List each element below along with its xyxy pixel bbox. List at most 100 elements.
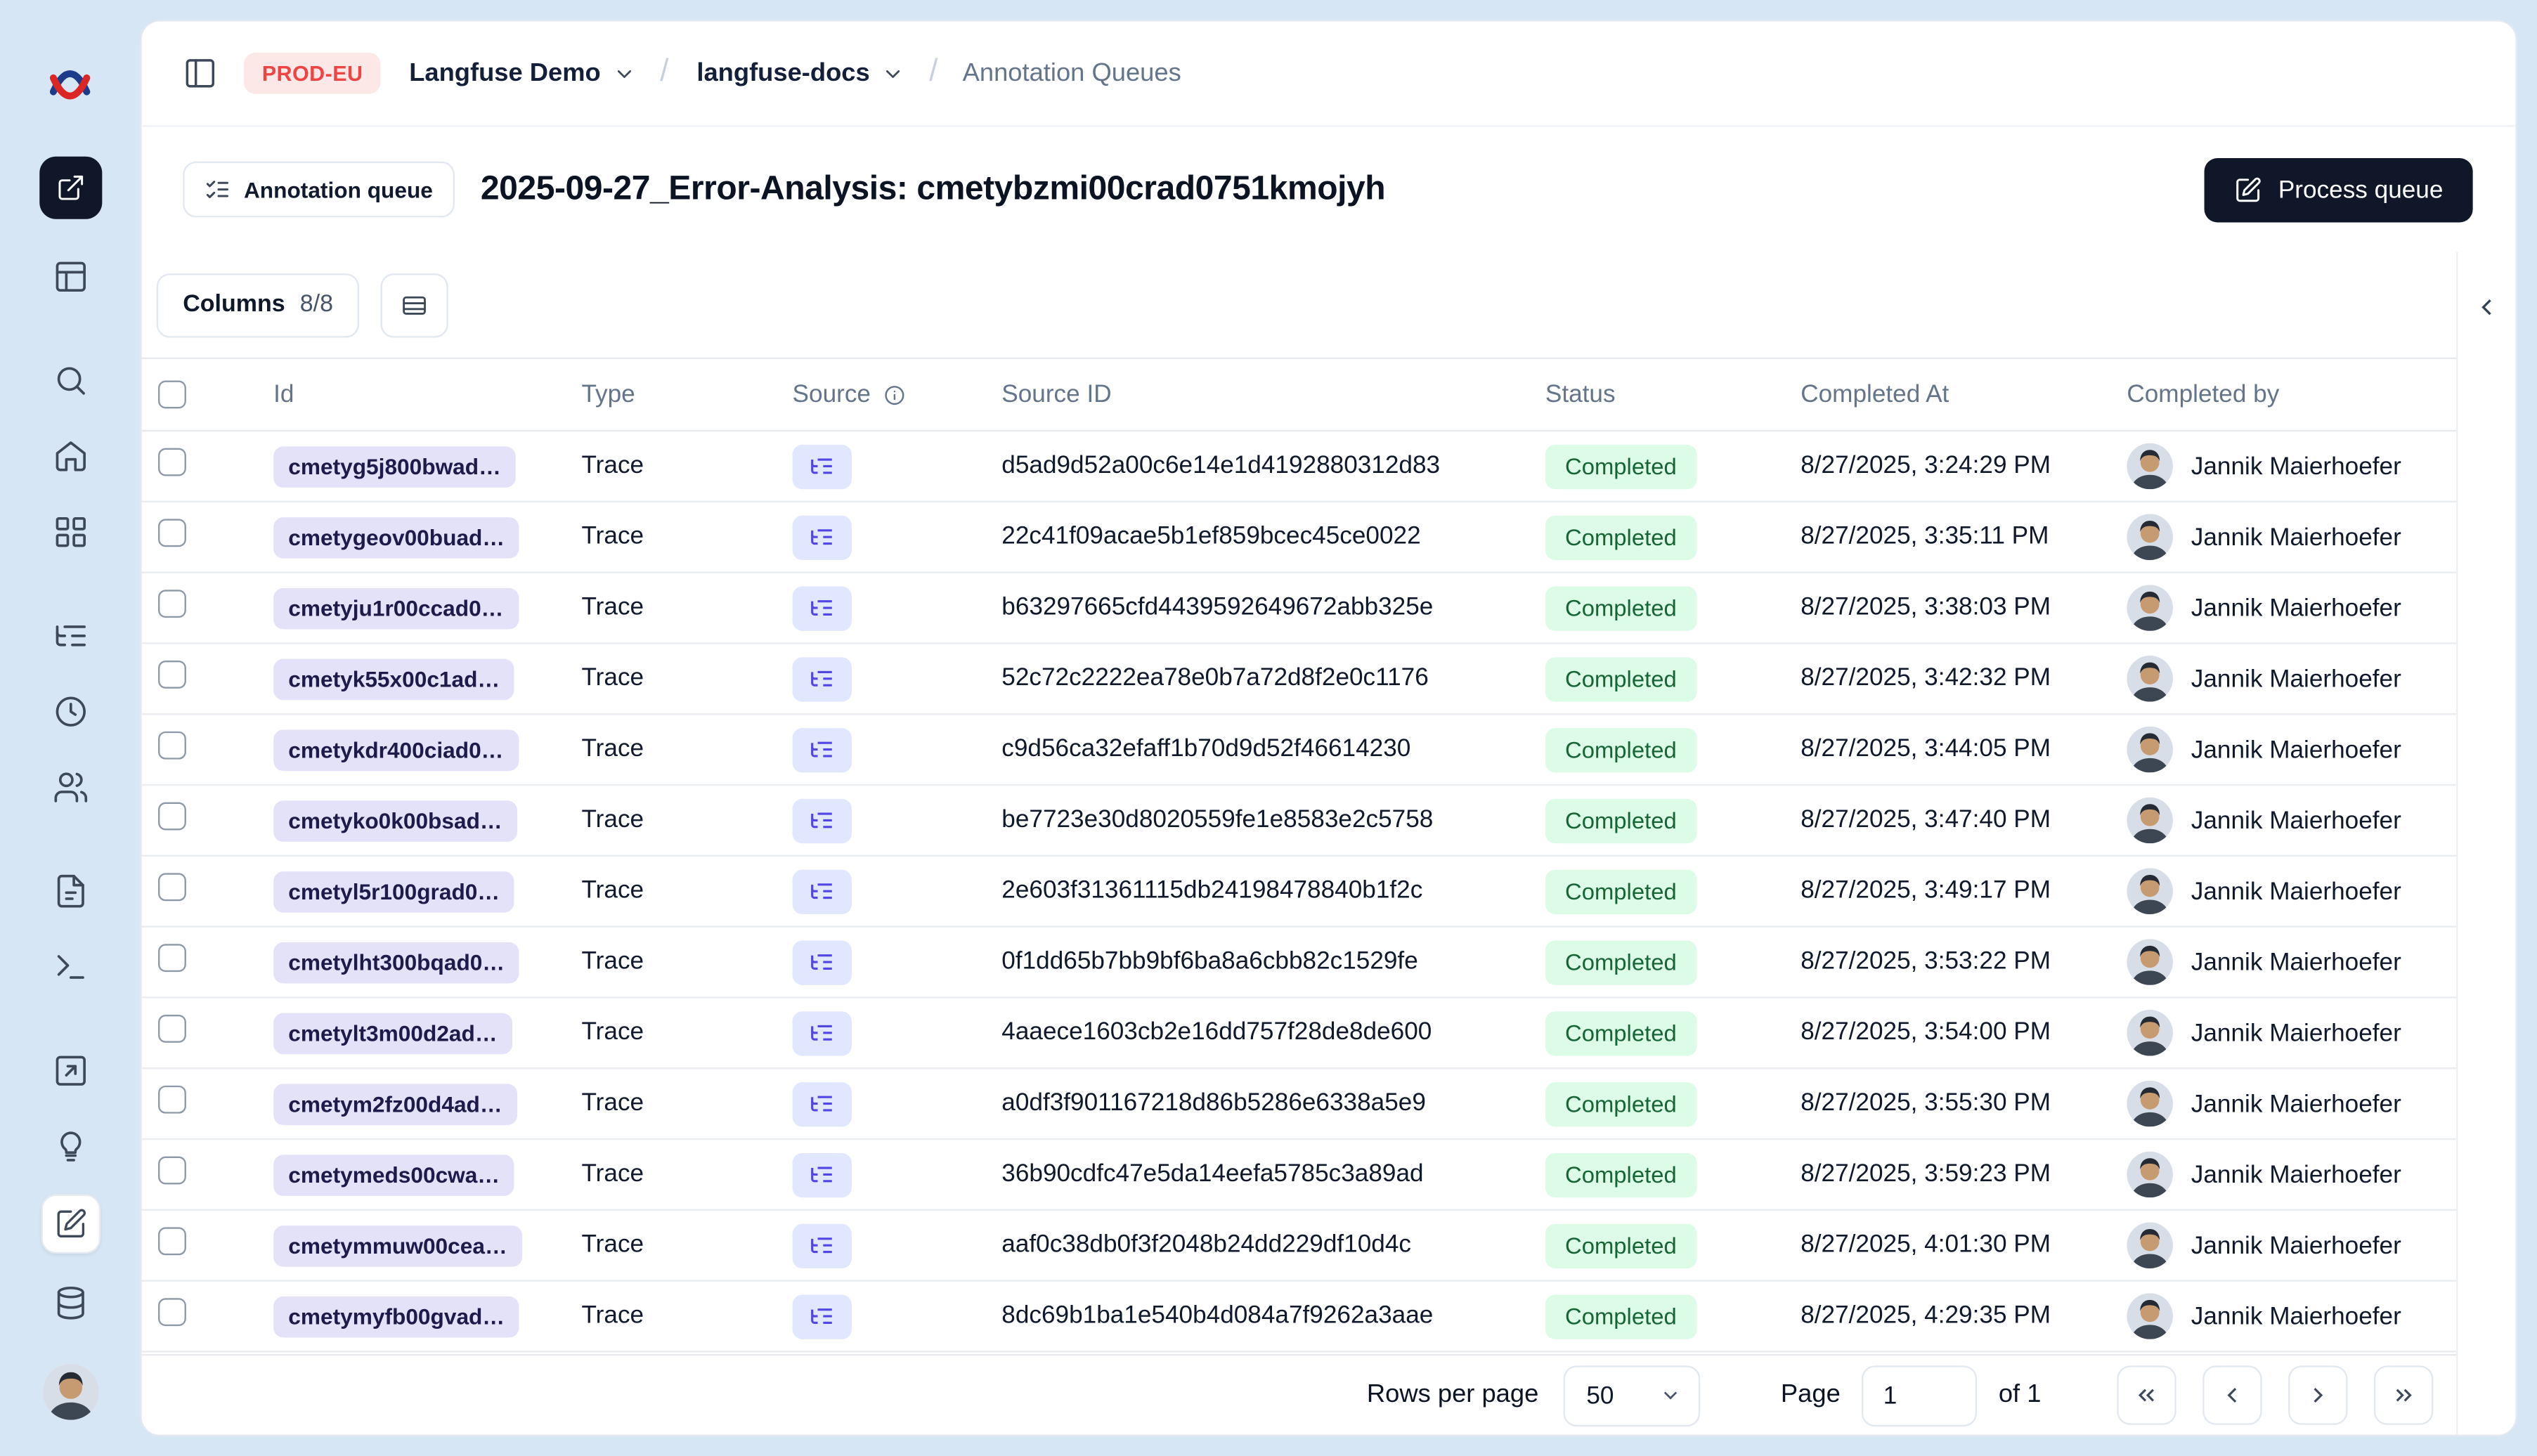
table-row[interactable]: cmetykdr400ciad0… Trace c9d56ca32efaff1b… — [141, 715, 2457, 786]
row-checkbox[interactable] — [158, 944, 186, 973]
insights-lightbulb-icon[interactable] — [52, 1129, 89, 1165]
rows-per-page-select[interactable]: 50 — [1563, 1365, 1701, 1426]
open-external-button[interactable] — [39, 156, 102, 219]
row-checkbox[interactable] — [158, 1227, 186, 1256]
info-icon[interactable] — [882, 383, 905, 406]
prompts-icon[interactable] — [52, 873, 89, 909]
trace-source-button[interactable] — [792, 1294, 852, 1339]
trace-source-button[interactable] — [792, 656, 852, 701]
home-icon[interactable] — [52, 438, 89, 475]
tracing-icon[interactable] — [52, 618, 89, 654]
table-row[interactable]: cmetymyfb00gvad… Trace 8dc69b1ba1e540b4d… — [141, 1282, 2457, 1353]
user-avatar[interactable] — [41, 1363, 98, 1420]
row-checkbox[interactable] — [158, 519, 186, 547]
row-height-button[interactable] — [380, 272, 449, 337]
table-row[interactable]: cmetyko0k00bsad… Trace be7723e30d8020559… — [141, 786, 2457, 857]
table-row[interactable]: cmetyl5r100grad0… Trace 2e603f31361115db… — [141, 857, 2457, 928]
trace-source-button[interactable] — [792, 1010, 852, 1055]
table-row[interactable]: cmetylht300bqad0… Trace 0f1dd65b7bb9bf6b… — [141, 928, 2457, 999]
project-switcher[interactable]: langfuse-docs — [696, 58, 904, 88]
trace-source-button[interactable] — [792, 585, 852, 630]
table-row[interactable]: cmetygeov00buad… Trace 22c41f09acae5b1ef… — [141, 502, 2457, 573]
trace-source-button[interactable] — [792, 1223, 852, 1268]
row-checkbox[interactable] — [158, 661, 186, 689]
row-id-badge[interactable]: cmetymyfb00gvad… — [273, 1295, 520, 1337]
row-checkbox[interactable] — [158, 448, 186, 476]
table-row[interactable]: cmetyju1r00ccad0… Trace b63297665cfd4439… — [141, 573, 2457, 644]
trace-source-button[interactable] — [792, 1152, 852, 1197]
row-id-badge[interactable]: cmetyju1r00ccad0… — [273, 587, 519, 629]
next-page-button[interactable] — [2288, 1365, 2348, 1425]
list-tree-icon — [811, 458, 832, 474]
table-row[interactable]: cmetyk55x00c1ad… Trace 52c72c2222ea78e0b… — [141, 644, 2457, 715]
trace-source-button[interactable] — [792, 443, 852, 489]
evaluation-icon[interactable] — [52, 1053, 89, 1089]
page-number-input[interactable] — [1862, 1365, 1978, 1426]
row-checkbox[interactable] — [158, 1085, 186, 1114]
sidebar-item-annotation-active[interactable] — [40, 1194, 100, 1254]
list-tree-icon — [811, 1308, 832, 1324]
search-icon[interactable] — [52, 363, 89, 399]
row-id-badge[interactable]: cmetyko0k00bsad… — [273, 800, 517, 841]
row-id-badge[interactable]: cmetymeds00cwa… — [273, 1154, 515, 1195]
dashboard-icon[interactable] — [52, 514, 89, 550]
row-id-badge[interactable]: cmetymmuw00cea… — [273, 1224, 522, 1266]
org-switcher[interactable]: Langfuse Demo — [409, 58, 635, 88]
row-checkbox[interactable] — [158, 802, 186, 831]
row-type: Trace — [581, 1159, 644, 1188]
first-page-button[interactable] — [2117, 1365, 2176, 1425]
process-queue-button[interactable]: Process queue — [2204, 157, 2473, 222]
row-checkbox[interactable] — [158, 873, 186, 902]
row-checkbox[interactable] — [158, 1298, 186, 1327]
select-all-checkbox[interactable] — [158, 380, 186, 409]
column-header-completed-at: Completed At — [1800, 380, 1949, 409]
row-id-badge[interactable]: cmetyl5r100grad0… — [273, 870, 515, 912]
expand-panel-button[interactable] — [2465, 285, 2508, 328]
table-row[interactable]: cmetymeds00cwa… Trace 36b90cdfc47e5da14e… — [141, 1140, 2457, 1211]
langfuse-logo-icon[interactable] — [48, 63, 92, 107]
row-completed-by: Jannik Maierhoefer — [2191, 948, 2401, 976]
list-tree-icon — [811, 1166, 832, 1183]
sidebar-toggle-icon[interactable] — [183, 56, 217, 91]
row-id-badge[interactable]: cmetygeov00buad… — [273, 516, 520, 558]
row-id-badge[interactable]: cmetylt3m00d2ad… — [273, 1012, 512, 1054]
previous-page-button[interactable] — [2202, 1365, 2262, 1425]
avatar — [2127, 443, 2173, 490]
status-badge: Completed — [1545, 514, 1696, 559]
columns-button[interactable]: Columns 8/8 — [156, 272, 360, 337]
row-completed-at: 8/27/2025, 3:42:32 PM — [1800, 663, 2051, 692]
page-header: Annotation queue 2025-09-27_Error-Analys… — [142, 127, 2516, 252]
row-id-badge[interactable]: cmetyk55x00c1ad… — [273, 658, 515, 700]
playground-terminal-icon[interactable] — [52, 949, 89, 985]
table-row[interactable]: cmetyg5j800bwad… Trace d5ad9d52a00c6e14e… — [141, 431, 2457, 502]
trace-source-button[interactable] — [792, 798, 852, 843]
row-type: Trace — [581, 451, 644, 480]
last-page-button[interactable] — [2373, 1365, 2434, 1425]
trace-source-button[interactable] — [792, 940, 852, 984]
users-icon[interactable] — [52, 769, 89, 806]
row-checkbox[interactable] — [158, 1156, 186, 1185]
trace-source-button[interactable] — [792, 1081, 852, 1126]
row-completed-by: Jannik Maierhoefer — [2191, 523, 2401, 552]
table-row[interactable]: cmetym2fz00d4ad… Trace a0df3f901167218d8… — [141, 1069, 2457, 1140]
status-badge: Completed — [1545, 1081, 1696, 1126]
table-row[interactable]: cmetylt3m00d2ad… Trace 4aaece1603cb2e16d… — [141, 999, 2457, 1070]
row-completed-at: 8/27/2025, 3:59:23 PM — [1800, 1159, 2051, 1188]
sessions-clock-icon[interactable] — [52, 694, 89, 730]
trace-source-button[interactable] — [792, 869, 852, 914]
row-checkbox[interactable] — [158, 731, 186, 760]
table-view-icon[interactable] — [52, 259, 89, 295]
row-completed-at: 8/27/2025, 4:01:30 PM — [1800, 1230, 2051, 1259]
breadcrumb-current-page[interactable]: Annotation Queues — [963, 58, 1181, 88]
row-checkbox[interactable] — [158, 1015, 186, 1043]
trace-source-button[interactable] — [792, 514, 852, 559]
trace-source-button[interactable] — [792, 727, 852, 772]
row-id-badge[interactable]: cmetylht300bqad0… — [273, 941, 520, 983]
row-checkbox[interactable] — [158, 590, 186, 618]
datasets-database-icon[interactable] — [52, 1285, 89, 1321]
row-id-badge[interactable]: cmetym2fz00d4ad… — [273, 1083, 517, 1124]
row-id-badge[interactable]: cmetykdr400ciad0… — [273, 729, 519, 770]
table-row[interactable]: cmetymmuw00cea… Trace aaf0c38db0f3f2048b… — [141, 1211, 2457, 1282]
row-id-badge[interactable]: cmetyg5j800bwad… — [273, 446, 516, 487]
row-completed-at: 8/27/2025, 3:55:30 PM — [1800, 1088, 2051, 1117]
